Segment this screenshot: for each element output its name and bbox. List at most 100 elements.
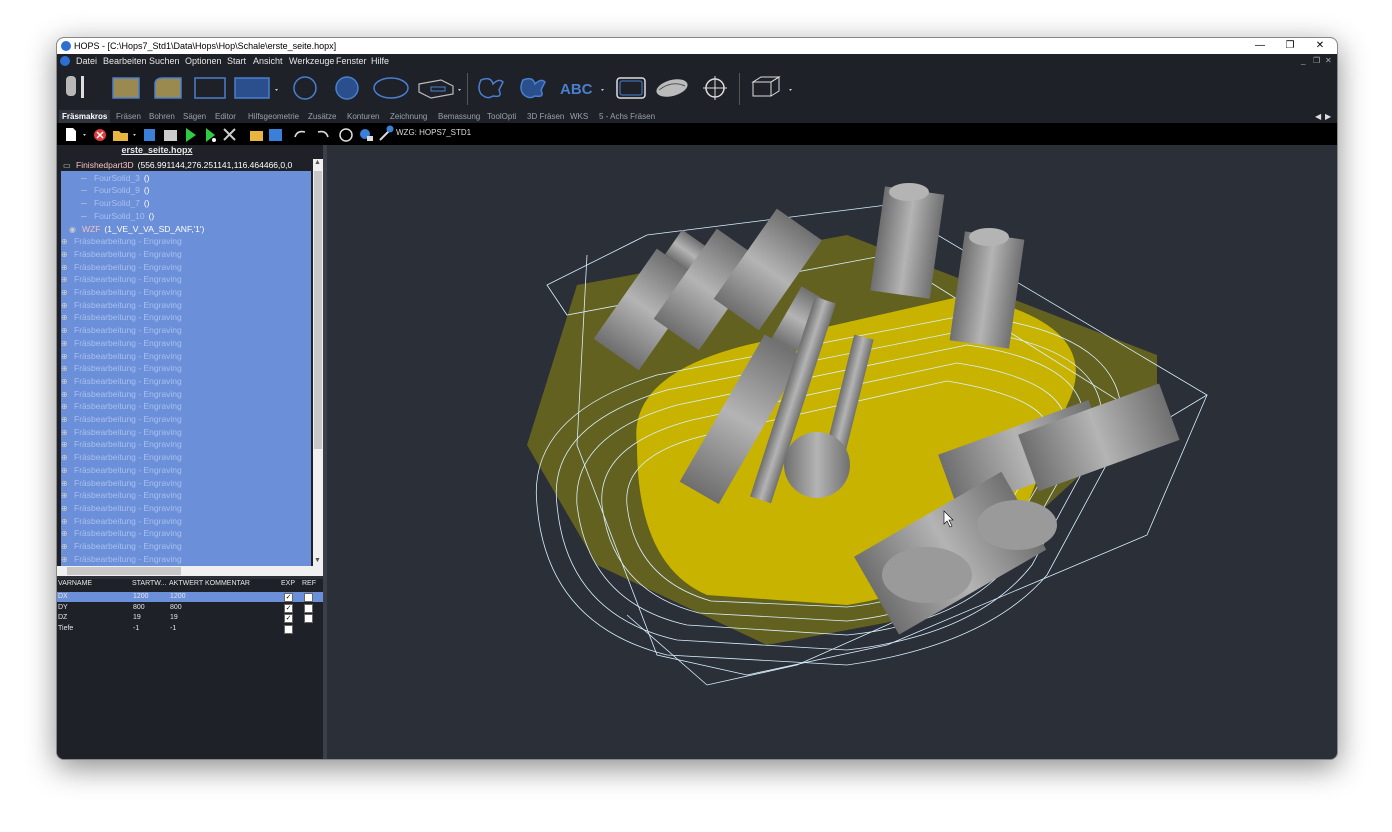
tree-node-engraving[interactable]: ⊕ Fräsbearbeitung - Engraving [61, 311, 182, 323]
tab-wks[interactable]: WKS [567, 110, 591, 123]
variable-row[interactable]: DZ 19 19 ✓ [57, 613, 323, 623]
tree-horizontal-scrollbar[interactable] [57, 566, 323, 576]
expand-node-icon[interactable]: ⊕ [61, 325, 71, 337]
expand-node-icon[interactable]: ⊕ [61, 363, 71, 375]
expand-node-icon[interactable]: ⊕ [61, 528, 71, 540]
circle-filled-icon[interactable] [335, 76, 359, 100]
tree-node-foursolid[interactable]: ─ FourSolid_7() [81, 197, 150, 209]
expand-node-icon[interactable]: ⊕ [61, 516, 71, 528]
tab-fraesen[interactable]: Fräsen [113, 110, 144, 123]
import-icon[interactable] [250, 131, 263, 141]
tree-node-foursolid[interactable]: ─ FourSolid_10() [81, 210, 154, 222]
run-icon[interactable] [186, 128, 196, 142]
variable-name[interactable]: DX [58, 592, 68, 602]
expand-node-icon[interactable]: ⊕ [61, 427, 71, 439]
print-icon[interactable] [164, 130, 177, 141]
expand-node-icon[interactable]: ⊕ [61, 490, 71, 502]
col-aktwert[interactable]: AKTWERT [169, 580, 203, 587]
tree-node-engraving[interactable]: ⊕ Fräsbearbeitung - Engraving [61, 261, 182, 273]
3d-viewport[interactable] [327, 145, 1337, 759]
tree-node-engraving[interactable]: ⊕ Fräsbearbeitung - Engraving [61, 553, 182, 565]
menu-suchen[interactable]: Suchen [149, 54, 180, 68]
tree-node-wzf[interactable]: ◉ WZF (1_VE_V_VA_SD_ANF,'1') [69, 223, 204, 235]
exp-checkbox[interactable]: ✓ [284, 614, 293, 623]
col-startwert[interactable]: STARTW... [132, 580, 166, 587]
tree-vertical-scroll-thumb[interactable] [314, 171, 322, 449]
expand-node-icon[interactable]: ⊕ [61, 300, 71, 312]
tree-node-engraving[interactable]: ⊕ Fräsbearbeitung - Engraving [61, 235, 182, 247]
tree-file-title[interactable]: erste_seite.hopx [57, 145, 257, 157]
mdi-close-button[interactable]: ✕ [1325, 54, 1332, 68]
menu-werkzeuge[interactable]: Werkzeuge [289, 54, 334, 68]
tree-horizontal-scroll-thumb[interactable] [67, 567, 181, 575]
mdi-restore-button[interactable]: ❐ [1313, 54, 1320, 68]
mdi-minimize-button[interactable]: _ [1301, 54, 1305, 68]
expand-node-icon[interactable]: ⊕ [61, 236, 71, 248]
variable-current[interactable]: 800 [170, 603, 182, 613]
redo-icon[interactable] [317, 130, 329, 138]
expand-node-icon[interactable]: ⊕ [61, 541, 71, 553]
ref-checkbox[interactable] [304, 593, 313, 602]
col-ref[interactable]: REF [302, 580, 316, 587]
menu-optionen[interactable]: Optionen [185, 54, 222, 68]
tab-konturen[interactable]: Konturen [344, 110, 382, 123]
tab-hilfsgeometrie[interactable]: Hilfsgeometrie [245, 110, 302, 123]
variable-current[interactable]: -1 [170, 624, 176, 634]
tool-database-icon[interactable] [379, 125, 394, 141]
tree-node-engraving[interactable]: ⊕ Fräsbearbeitung - Engraving [61, 362, 182, 374]
ellipse-icon[interactable] [373, 77, 409, 99]
tab-bemassung[interactable]: Bemassung [435, 110, 483, 123]
rectangle-filled-icon[interactable] [234, 77, 278, 99]
menu-hilfe[interactable]: Hilfe [371, 54, 389, 68]
undo-icon[interactable] [294, 130, 306, 138]
tab-scroll-left-icon[interactable]: ◀ [1315, 110, 1321, 123]
variable-name[interactable]: Tiefe [58, 624, 73, 634]
tree-node-engraving[interactable]: ⊕ Fräsbearbeitung - Engraving [61, 426, 182, 438]
tree-node-engraving[interactable]: ⊕ Fräsbearbeitung - Engraving [61, 248, 182, 260]
variable-name[interactable]: DY [58, 603, 68, 613]
search-tool-icon[interactable] [360, 129, 373, 141]
tree-node-engraving[interactable]: ⊕ Fräsbearbeitung - Engraving [61, 286, 182, 298]
scroll-up-icon[interactable]: ▲ [314, 159, 321, 166]
tree-node-engraving[interactable]: ⊕ Fräsbearbeitung - Engraving [61, 299, 182, 311]
tree-node-engraving[interactable]: ⊕ Fräsbearbeitung - Engraving [61, 464, 182, 476]
variable-row[interactable]: DX 1200 1200 ✓ [57, 592, 323, 602]
tab-5-achs-fraesen[interactable]: 5 - Achs Fräsen [596, 110, 658, 123]
tree-node-foursolid[interactable]: ─ FourSolid_3() [81, 172, 150, 184]
variable-row[interactable]: DY 800 800 ✓ [57, 603, 323, 613]
variable-name[interactable]: DZ [58, 613, 67, 623]
tab-zusaetze[interactable]: Zusätze [305, 110, 339, 123]
tree-node-engraving[interactable]: ⊕ Fräsbearbeitung - Engraving [61, 540, 182, 552]
tree-node-engraving[interactable]: ⊕ Fräsbearbeitung - Engraving [61, 438, 182, 450]
variable-current[interactable]: 19 [170, 613, 178, 623]
expand-node-icon[interactable]: ⊕ [61, 287, 71, 299]
tab-scroll-right-icon[interactable]: ▶ [1325, 110, 1331, 123]
free-pocket-icon[interactable] [520, 77, 546, 99]
ref-checkbox[interactable] [304, 603, 313, 613]
expand-node-icon[interactable]: ⊕ [61, 351, 71, 363]
variable-current[interactable]: 1200 [170, 592, 186, 602]
frame-icon[interactable] [616, 77, 646, 99]
expand-node-icon[interactable]: ⊕ [61, 262, 71, 274]
tab-editor[interactable]: Editor [212, 110, 239, 123]
expand-node-icon[interactable]: ⊕ [61, 452, 71, 464]
text-engrave-icon[interactable]: ABC [560, 81, 593, 98]
tab-zeichnung[interactable]: Zeichnung [387, 110, 430, 123]
tree-node-engraving[interactable]: ⊕ Fräsbearbeitung - Engraving [61, 451, 182, 463]
save-icon[interactable] [144, 129, 155, 141]
variable-start[interactable]: 19 [133, 613, 141, 623]
circle-contour-icon[interactable] [293, 76, 317, 100]
rectangle-contour-icon[interactable] [194, 77, 226, 99]
variable-start[interactable]: 1200 [133, 592, 149, 602]
tree-node-engraving[interactable]: ⊕ Fräsbearbeitung - Engraving [61, 515, 182, 527]
rectangle-pocket-icon[interactable] [112, 77, 140, 99]
menu-start[interactable]: Start [227, 54, 246, 68]
restore-button[interactable]: ❐ [1275, 38, 1305, 54]
tree-node-engraving[interactable]: ⊕ Fräsbearbeitung - Engraving [61, 489, 182, 501]
expand-node-icon[interactable]: ⊕ [61, 554, 71, 566]
menu-bearbeiten[interactable]: Bearbeiten [103, 54, 147, 68]
menu-fenster[interactable]: Fenster [336, 54, 367, 68]
tree-node-engraving[interactable]: ⊕ Fräsbearbeitung - Engraving [61, 527, 182, 539]
tree-vertical-scrollbar[interactable]: ▲ ▼ [313, 159, 323, 567]
tree-node-engraving[interactable]: ⊕ Fräsbearbeitung - Engraving [61, 337, 182, 349]
